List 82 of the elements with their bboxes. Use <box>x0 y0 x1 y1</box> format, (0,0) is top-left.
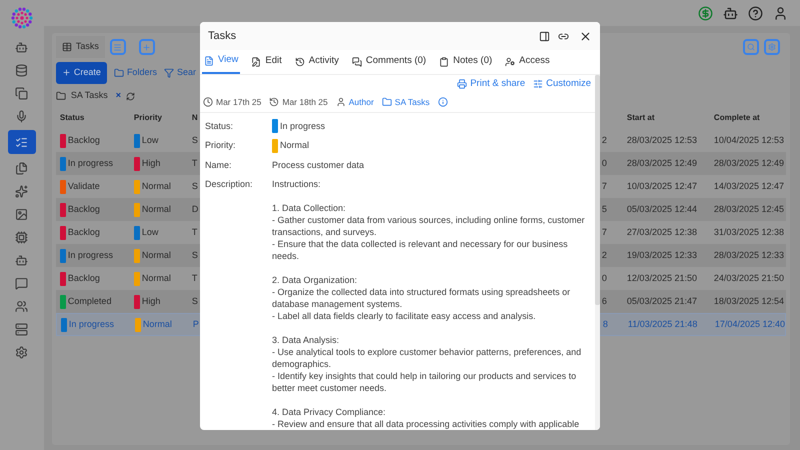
table-cell-text: 24/03/2025 21:50 <box>714 272 784 285</box>
table-cell-text: 0 <box>602 272 607 285</box>
column-header: Priority <box>134 112 163 124</box>
tag-label: Normal <box>280 139 310 152</box>
table-cell: S <box>192 296 198 306</box>
tag-label: Backlog <box>68 272 100 285</box>
tag-label: Backlog <box>68 226 100 239</box>
table-cell: D <box>192 204 198 214</box>
table-cell-text: 2 <box>602 134 607 147</box>
description-line: 1. Data Collection: <box>272 202 347 214</box>
description-line: 2. Data Organization: <box>272 274 358 286</box>
table-cell-text: 11/03/2025 21:48 <box>628 318 698 331</box>
table-cell-text: 05/03/2025 12:44 <box>626 202 698 216</box>
table-cell-text: 19/03/2025 12:33 <box>626 248 698 262</box>
description-line: - Review and ensure that all data processing activities comply with applicable <box>272 418 580 430</box>
tag-label: Normal <box>142 248 171 262</box>
tag-label: Normal <box>142 318 172 331</box>
column-header: N <box>192 112 199 124</box>
tag-label: In progress <box>68 248 113 262</box>
table-cell-text: 7 <box>602 180 607 193</box>
table-cell-text: 6 <box>602 294 607 308</box>
tab-label: Tasks <box>76 40 99 54</box>
table-cell: P <box>192 318 199 329</box>
tag-label: Low <box>142 134 158 147</box>
description-line: - Identify key insights that could help in tailoring our products and services to better meet customer needs. <box>272 370 578 394</box>
table-cell-text: 27/03/2025 12:38 <box>626 226 698 239</box>
description-line: 3. Data Analysis: <box>272 334 340 346</box>
tag-label: In progress <box>68 318 114 331</box>
tag-label: In progress <box>68 156 113 170</box>
tag-label: Low <box>142 226 158 239</box>
table-cell: S <box>192 180 198 191</box>
table-cell-text: 28/03/2025 12:33 <box>714 248 784 262</box>
table-cell-text: 10/04/2025 12:53 <box>714 134 784 147</box>
description-line: - Ensure that the data collected is relevant and necessary for our business needs. <box>272 238 569 262</box>
table-cell: T <box>192 158 198 168</box>
description-line: 4. Data Privacy Compliance: <box>272 406 387 418</box>
table-cell: T <box>192 272 198 283</box>
table-cell: T <box>192 226 198 237</box>
table-cell: S <box>192 250 198 260</box>
table-cell-text: 28/03/2025 12:49 <box>626 156 698 170</box>
created-date: Mar 17th 25 <box>216 96 262 108</box>
field-value: Process customer data <box>272 158 364 172</box>
table-cell-text: 7 <box>602 226 607 239</box>
field-label: Description: <box>205 178 254 191</box>
table-cell-text: 10/03/2025 12:47 <box>626 180 698 193</box>
table-cell-text: 17/04/2025 12:40 <box>714 318 785 331</box>
tag-label: High <box>142 294 160 308</box>
description-line: - Organize the collected data into structured formats using spreadsheets or database management systems. <box>272 286 572 310</box>
tag-label: Normal <box>142 272 171 285</box>
table-cell-text: 2 <box>602 248 607 262</box>
table-cell-text: 28/03/2025 12:49 <box>714 156 784 170</box>
description-line: - Use analytical tools to explore customer behavior patterns, preferences, and demographics. <box>272 346 582 370</box>
tag-label: Normal <box>142 202 171 216</box>
table-cell-text: 31/03/2025 12:38 <box>714 226 784 239</box>
updated-date: Mar 18th 25 <box>282 96 328 108</box>
table-cell-text: 28/03/2025 12:53 <box>626 134 698 147</box>
table-cell-text: 05/03/2025 21:47 <box>626 294 698 308</box>
description-line: Instructions: <box>272 178 322 190</box>
column-header: Complete at <box>714 112 760 124</box>
tag-label: Normal <box>142 180 171 193</box>
tag-label: Validate <box>68 180 100 193</box>
field-label: Status: <box>205 120 234 132</box>
tag-label: In progress <box>280 120 326 133</box>
table-cell-text: 12/03/2025 21:50 <box>626 272 698 285</box>
field-label: Priority: <box>205 139 237 152</box>
tag-label: Backlog <box>68 134 100 147</box>
field-label: Name: <box>205 158 233 172</box>
tag-label: High <box>142 156 160 170</box>
table-cell-text: 28/03/2025 12:45 <box>714 202 784 216</box>
table-cell-text: 18/03/2025 12:54 <box>714 294 784 308</box>
table-cell-text: 8 <box>602 318 608 331</box>
tag-label: Backlog <box>68 202 100 216</box>
description-line: - Gather customer data from various sources, including online forms, customer transactions, and surveys. <box>272 214 586 238</box>
table-cell: S <box>192 134 198 145</box>
dialog-title: Tasks <box>208 28 238 44</box>
tag-label: Completed <box>68 294 112 308</box>
description-line: - Label all data fields clearly to facilitate easy access and analysis. <box>272 310 537 322</box>
column-header: Status <box>60 112 86 124</box>
table-cell-text: 14/03/2025 12:47 <box>714 180 784 193</box>
table-cell-text: 0 <box>602 156 607 170</box>
column-header: Start at <box>626 112 656 124</box>
table-cell-text: 5 <box>602 202 607 216</box>
